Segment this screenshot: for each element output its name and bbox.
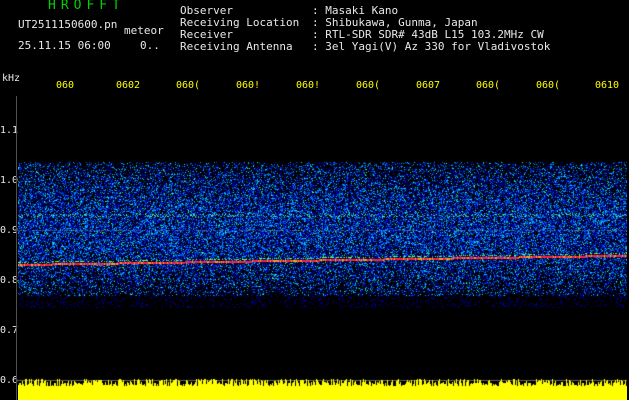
- info-label-antenna: Receiving Antenna: [180, 40, 293, 53]
- x-tick: 060!: [296, 80, 321, 91]
- app-title: HROFFT: [48, 0, 125, 13]
- frequency-axis-line: [16, 96, 17, 400]
- x-tick: 0607: [416, 80, 441, 91]
- x-tick: 060(: [176, 80, 201, 91]
- mode-label: meteor: [124, 24, 164, 37]
- file-name: UT2511150600.pn: [18, 18, 118, 31]
- x-tick: 060(: [356, 80, 381, 91]
- spectrogram: [18, 96, 627, 400]
- x-tick: 060(: [536, 80, 561, 91]
- x-tick: 060: [56, 80, 75, 91]
- date-time: 25.11.15 06:00: [18, 39, 111, 52]
- x-tick: 0602: [116, 80, 141, 91]
- info-value-antenna: : 3el Yagi(V) Az 330 for Vladivostok: [312, 40, 551, 53]
- frequency-unit: kHz: [2, 73, 21, 84]
- x-tick: 060(: [476, 80, 501, 91]
- x-tick: 060!: [236, 80, 261, 91]
- extra-label: 0..: [140, 39, 160, 52]
- x-tick: 0610: [595, 80, 620, 91]
